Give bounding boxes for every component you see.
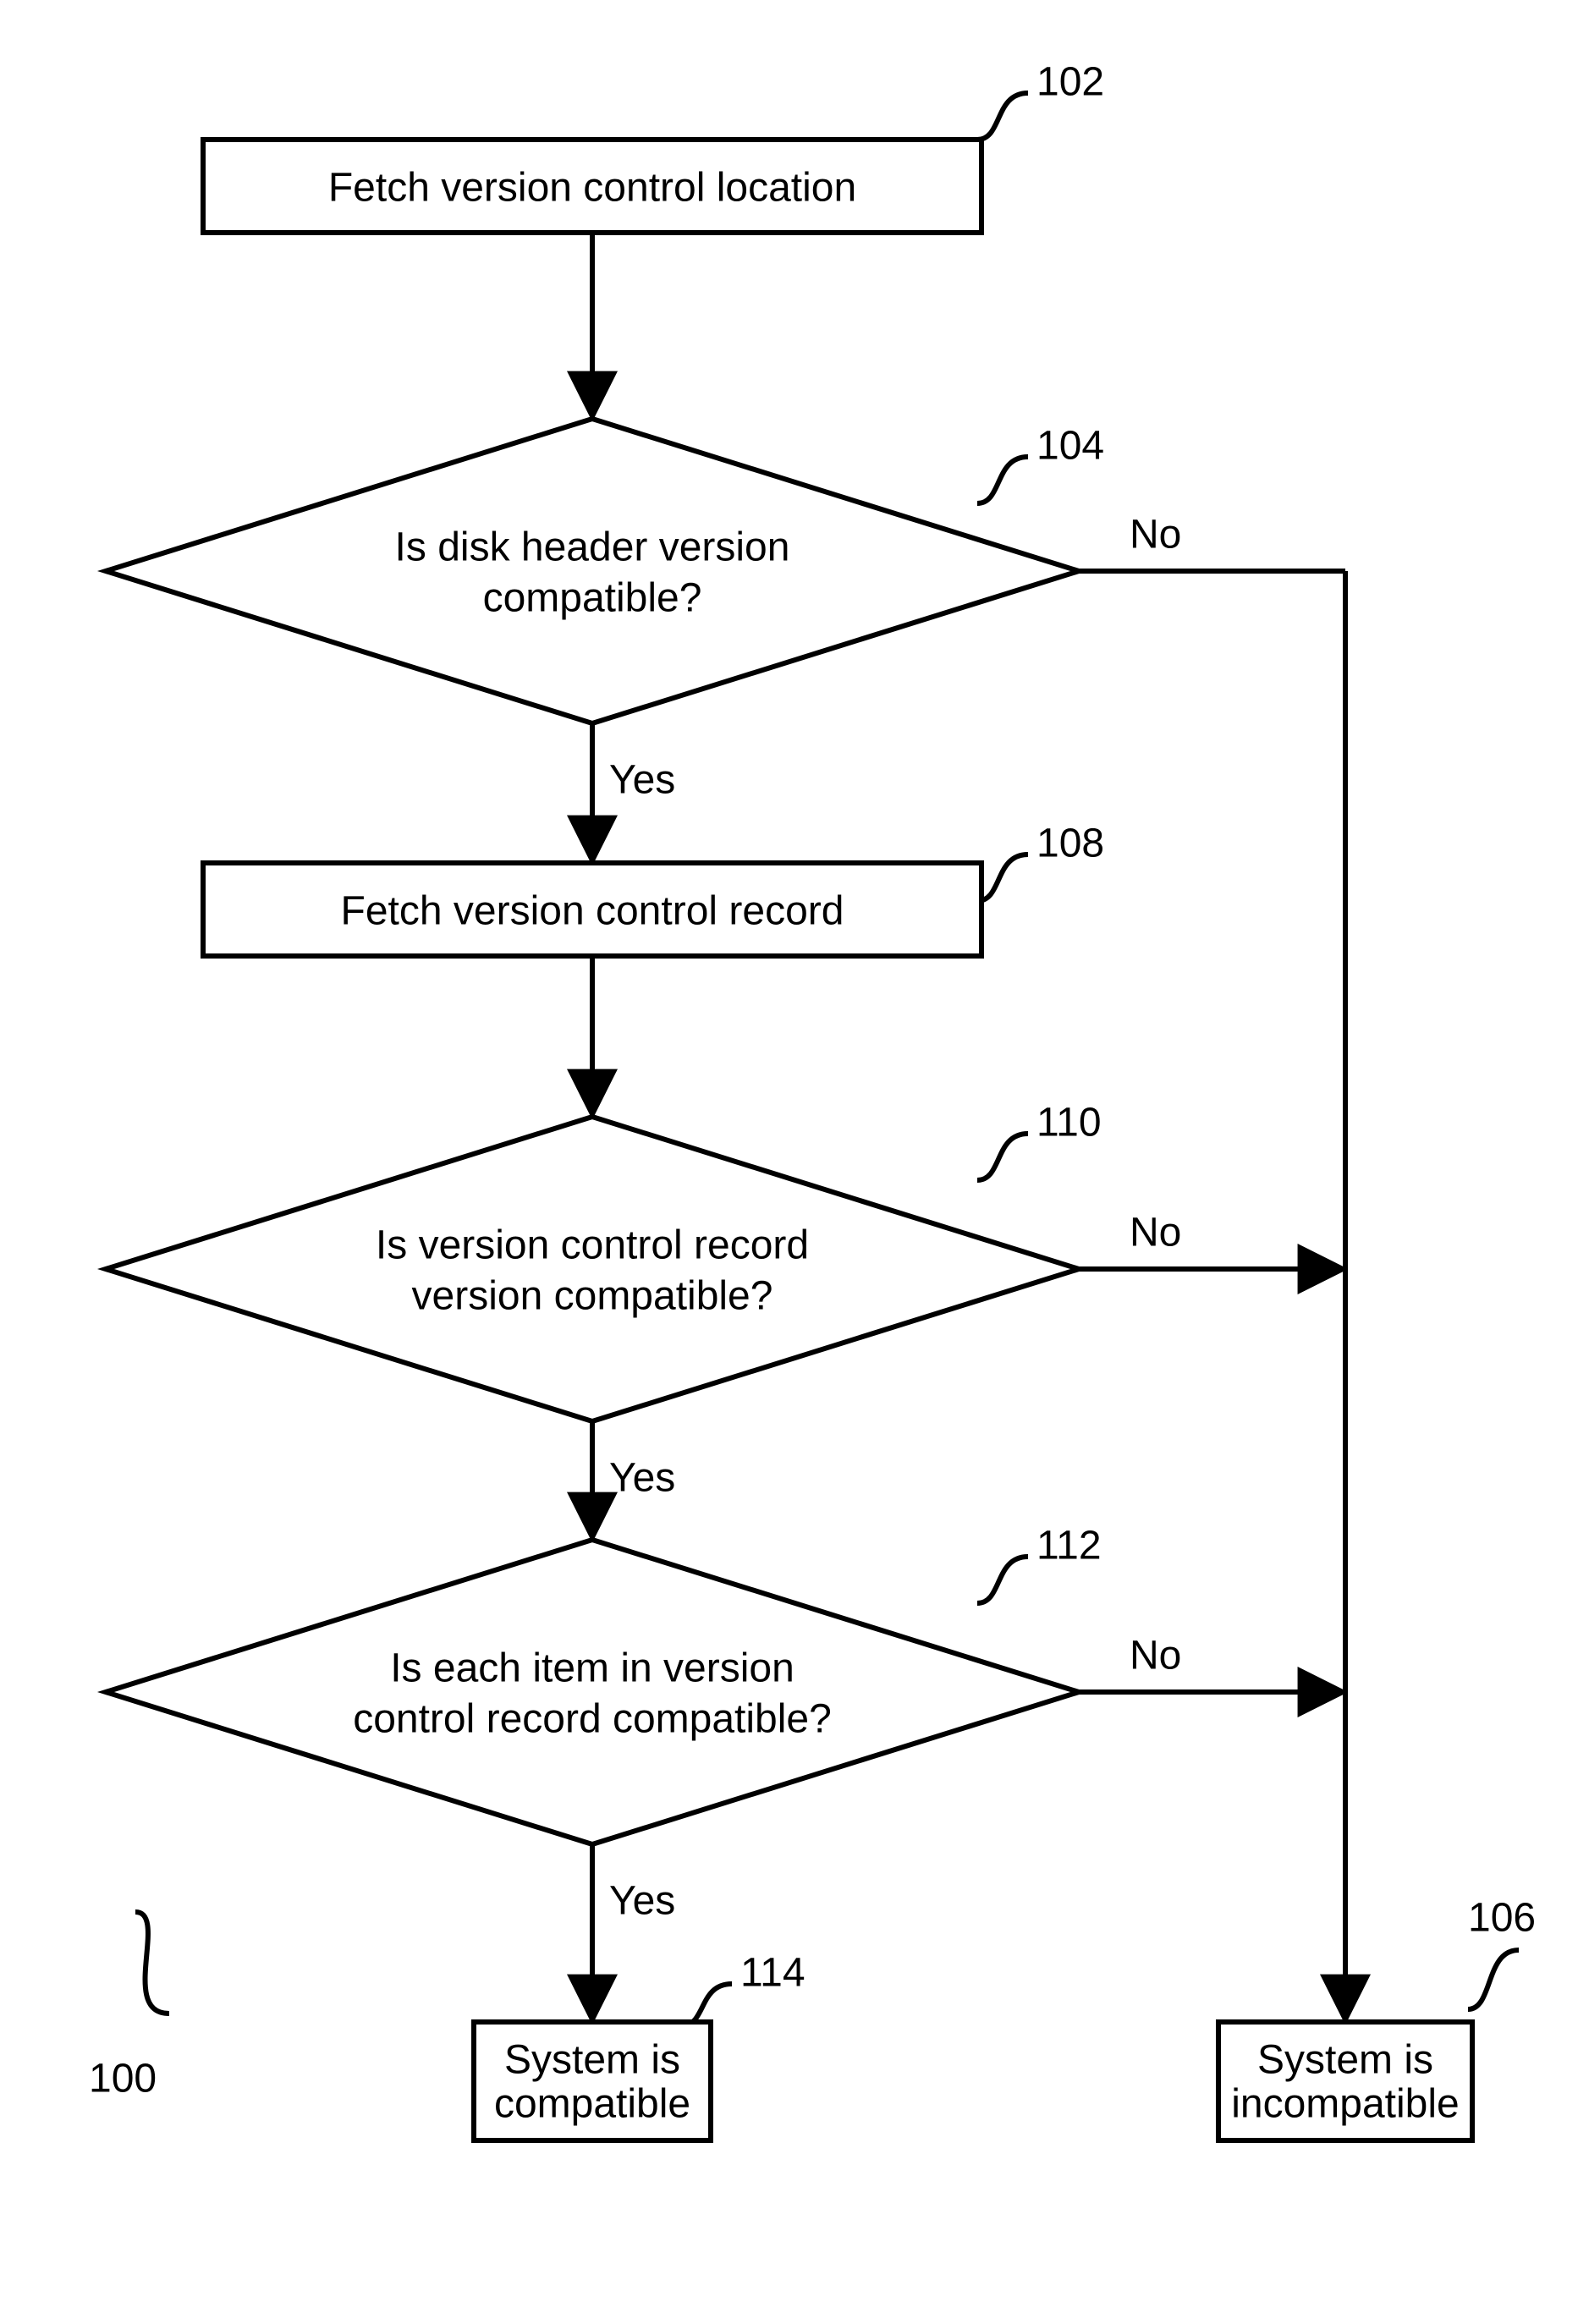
label-106: 106	[1468, 1896, 1536, 1941]
callout-104	[977, 457, 1028, 503]
label-112: 112	[1036, 1524, 1102, 1569]
callout-100	[135, 1912, 169, 2014]
terminal-incompatible-text2: incompatible	[1231, 2082, 1459, 2127]
decision-record-version-text2: version compatible?	[412, 1274, 773, 1319]
terminal-compatible-text1: System is	[504, 2038, 680, 2083]
process-fetch-version-record-text: Fetch version control record	[341, 889, 844, 934]
edge-112-yes-label: Yes	[609, 1879, 675, 1924]
edge-104-no-label: No	[1130, 513, 1181, 558]
label-104: 104	[1036, 424, 1104, 469]
flowchart-svg: 102 104 108 110 112 114 106 100 Fetch ve…	[0, 0, 1589, 2324]
decision-disk-header	[106, 419, 1079, 723]
callout-112	[977, 1557, 1028, 1603]
decision-record-version	[106, 1117, 1079, 1421]
decision-each-item	[106, 1540, 1079, 1844]
terminal-compatible-text2: compatible	[494, 2082, 690, 2127]
edge-110-yes-label: Yes	[609, 1456, 675, 1501]
process-fetch-version-location-text: Fetch version control location	[328, 166, 856, 211]
callout-108	[977, 854, 1028, 901]
edge-112-no-label: No	[1130, 1634, 1181, 1678]
decision-each-item-text2: control record compatible?	[353, 1697, 832, 1742]
label-114: 114	[740, 1951, 805, 1996]
decision-disk-header-text1: Is disk header version	[395, 525, 790, 570]
label-108: 108	[1036, 821, 1104, 866]
terminal-incompatible-text1: System is	[1257, 2038, 1433, 2083]
callout-106	[1468, 1950, 1519, 2009]
callout-102	[977, 93, 1028, 140]
decision-record-version-text1: Is version control record	[376, 1223, 809, 1268]
figure-label: 100	[89, 2057, 157, 2101]
label-110: 110	[1036, 1101, 1102, 1146]
edge-104-yes-label: Yes	[609, 758, 675, 803]
decision-disk-header-text2: compatible?	[483, 576, 702, 621]
edge-110-no-label: No	[1130, 1211, 1181, 1255]
callout-110	[977, 1134, 1028, 1180]
label-102: 102	[1036, 60, 1104, 105]
decision-each-item-text1: Is each item in version	[390, 1646, 794, 1691]
